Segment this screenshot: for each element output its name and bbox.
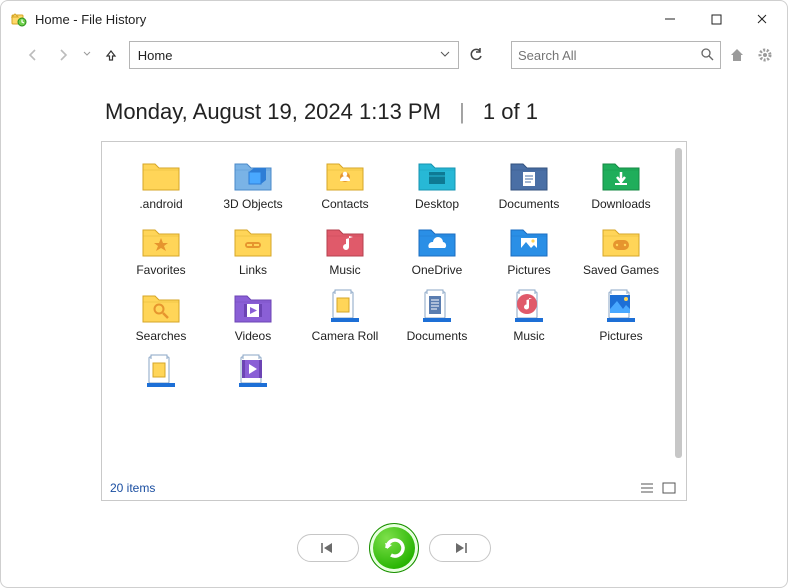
close-button[interactable] bbox=[739, 3, 785, 35]
folder-item[interactable]: Music bbox=[300, 218, 390, 278]
history-dropdown-icon[interactable] bbox=[81, 50, 93, 61]
scrollbar-thumb[interactable] bbox=[675, 148, 682, 458]
folder-favorites-icon bbox=[139, 220, 183, 260]
restore-button[interactable] bbox=[369, 523, 419, 573]
folder-desktop-icon bbox=[415, 154, 459, 194]
folder-item[interactable]: .android bbox=[116, 152, 206, 212]
item-label: Contacts bbox=[321, 198, 368, 212]
folder-item[interactable]: Links bbox=[208, 218, 298, 278]
next-version-button[interactable] bbox=[429, 534, 491, 562]
address-bar[interactable]: Home bbox=[129, 41, 459, 69]
items-grid: .android 3D Objects Contacts Desktop Doc… bbox=[116, 152, 666, 395]
folder-searches-icon bbox=[139, 286, 183, 326]
item-label: Downloads bbox=[591, 198, 650, 212]
playback-controls bbox=[1, 523, 787, 573]
folder-item[interactable]: 3D Objects bbox=[208, 152, 298, 212]
item-label: Documents bbox=[499, 198, 560, 212]
item-label: Camera Roll bbox=[312, 330, 379, 344]
address-path: Home bbox=[138, 48, 436, 63]
folder-item[interactable]: Pictures bbox=[484, 218, 574, 278]
folder-documents-icon bbox=[507, 154, 551, 194]
folder-pictures-icon bbox=[507, 220, 551, 260]
folder-contacts-icon bbox=[323, 154, 367, 194]
item-count: 20 items bbox=[110, 481, 155, 495]
folder-item[interactable]: Documents bbox=[392, 284, 482, 344]
snapshot-datetime: Monday, August 19, 2024 1:13 PM bbox=[105, 99, 441, 124]
folder-item[interactable]: OneDrive bbox=[392, 218, 482, 278]
folder-item[interactable]: Searches bbox=[116, 284, 206, 344]
item-label: Pictures bbox=[507, 264, 550, 278]
snapshot-header: Monday, August 19, 2024 1:13 PM | 1 of 1 bbox=[1, 75, 787, 135]
lib-video-icon bbox=[231, 351, 275, 391]
settings-gear-icon[interactable] bbox=[755, 45, 775, 65]
item-label: Videos bbox=[235, 330, 271, 344]
folder-item[interactable]: Favorites bbox=[116, 218, 206, 278]
folder-item[interactable]: Downloads bbox=[576, 152, 666, 212]
folder-item[interactable]: Pictures bbox=[576, 284, 666, 344]
lib-music-icon bbox=[507, 286, 551, 326]
view-details-icon[interactable] bbox=[638, 480, 656, 496]
item-label: Searches bbox=[136, 330, 187, 344]
folder-downloads-icon bbox=[599, 154, 643, 194]
item-label: Music bbox=[513, 330, 544, 344]
items-scroll-area[interactable]: .android 3D Objects Contacts Desktop Doc… bbox=[102, 142, 670, 476]
window-title: Home - File History bbox=[35, 12, 146, 27]
home-icon[interactable] bbox=[727, 45, 747, 65]
folder-links-icon bbox=[231, 220, 275, 260]
folder-item[interactable]: Music bbox=[484, 284, 574, 344]
folder-3d-icon bbox=[231, 154, 275, 194]
folder-item[interactable]: Camera Roll bbox=[300, 284, 390, 344]
navigation-toolbar: Home bbox=[1, 37, 787, 75]
search-box[interactable] bbox=[511, 41, 721, 69]
search-input[interactable] bbox=[518, 48, 700, 63]
lib-camera-icon bbox=[323, 286, 367, 326]
folder-item[interactable] bbox=[208, 349, 298, 395]
up-button[interactable] bbox=[99, 41, 123, 69]
item-label: .android bbox=[139, 198, 182, 212]
view-large-icons-icon[interactable] bbox=[660, 480, 678, 496]
address-dropdown-icon[interactable] bbox=[436, 49, 454, 62]
folder-videos-icon bbox=[231, 286, 275, 326]
folder-item[interactable]: Documents bbox=[484, 152, 574, 212]
folder-onedrive-icon bbox=[415, 220, 459, 260]
forward-button[interactable] bbox=[51, 41, 75, 69]
title-bar: Home - File History bbox=[1, 1, 787, 37]
folder-games-icon bbox=[599, 220, 643, 260]
item-label: Documents bbox=[407, 330, 468, 344]
folder-yellow-icon bbox=[139, 154, 183, 194]
lib-documents-icon bbox=[415, 286, 459, 326]
search-icon bbox=[700, 47, 714, 64]
content-panel: .android 3D Objects Contacts Desktop Doc… bbox=[101, 141, 687, 501]
folder-item[interactable]: Saved Games bbox=[576, 218, 666, 278]
previous-version-button[interactable] bbox=[297, 534, 359, 562]
snapshot-page: 1 of 1 bbox=[483, 99, 538, 124]
window-controls bbox=[647, 3, 785, 35]
lib-pictures-icon bbox=[599, 286, 643, 326]
item-label: Saved Games bbox=[583, 264, 659, 278]
folder-item[interactable]: Videos bbox=[208, 284, 298, 344]
status-bar: 20 items bbox=[102, 476, 686, 500]
item-label: Music bbox=[329, 264, 360, 278]
file-history-app-icon bbox=[11, 11, 27, 27]
back-button[interactable] bbox=[21, 41, 45, 69]
item-label: Desktop bbox=[415, 198, 459, 212]
item-label: Favorites bbox=[136, 264, 185, 278]
minimize-button[interactable] bbox=[647, 3, 693, 35]
folder-item[interactable]: Desktop bbox=[392, 152, 482, 212]
item-label: Pictures bbox=[599, 330, 642, 344]
maximize-button[interactable] bbox=[693, 3, 739, 35]
item-label: Links bbox=[239, 264, 267, 278]
refresh-button[interactable] bbox=[465, 41, 487, 69]
folder-item[interactable] bbox=[116, 349, 206, 395]
folder-music-icon bbox=[323, 220, 367, 260]
lib-blank-icon bbox=[139, 351, 183, 391]
folder-item[interactable]: Contacts bbox=[300, 152, 390, 212]
item-label: OneDrive bbox=[412, 264, 463, 278]
item-label: 3D Objects bbox=[223, 198, 282, 212]
